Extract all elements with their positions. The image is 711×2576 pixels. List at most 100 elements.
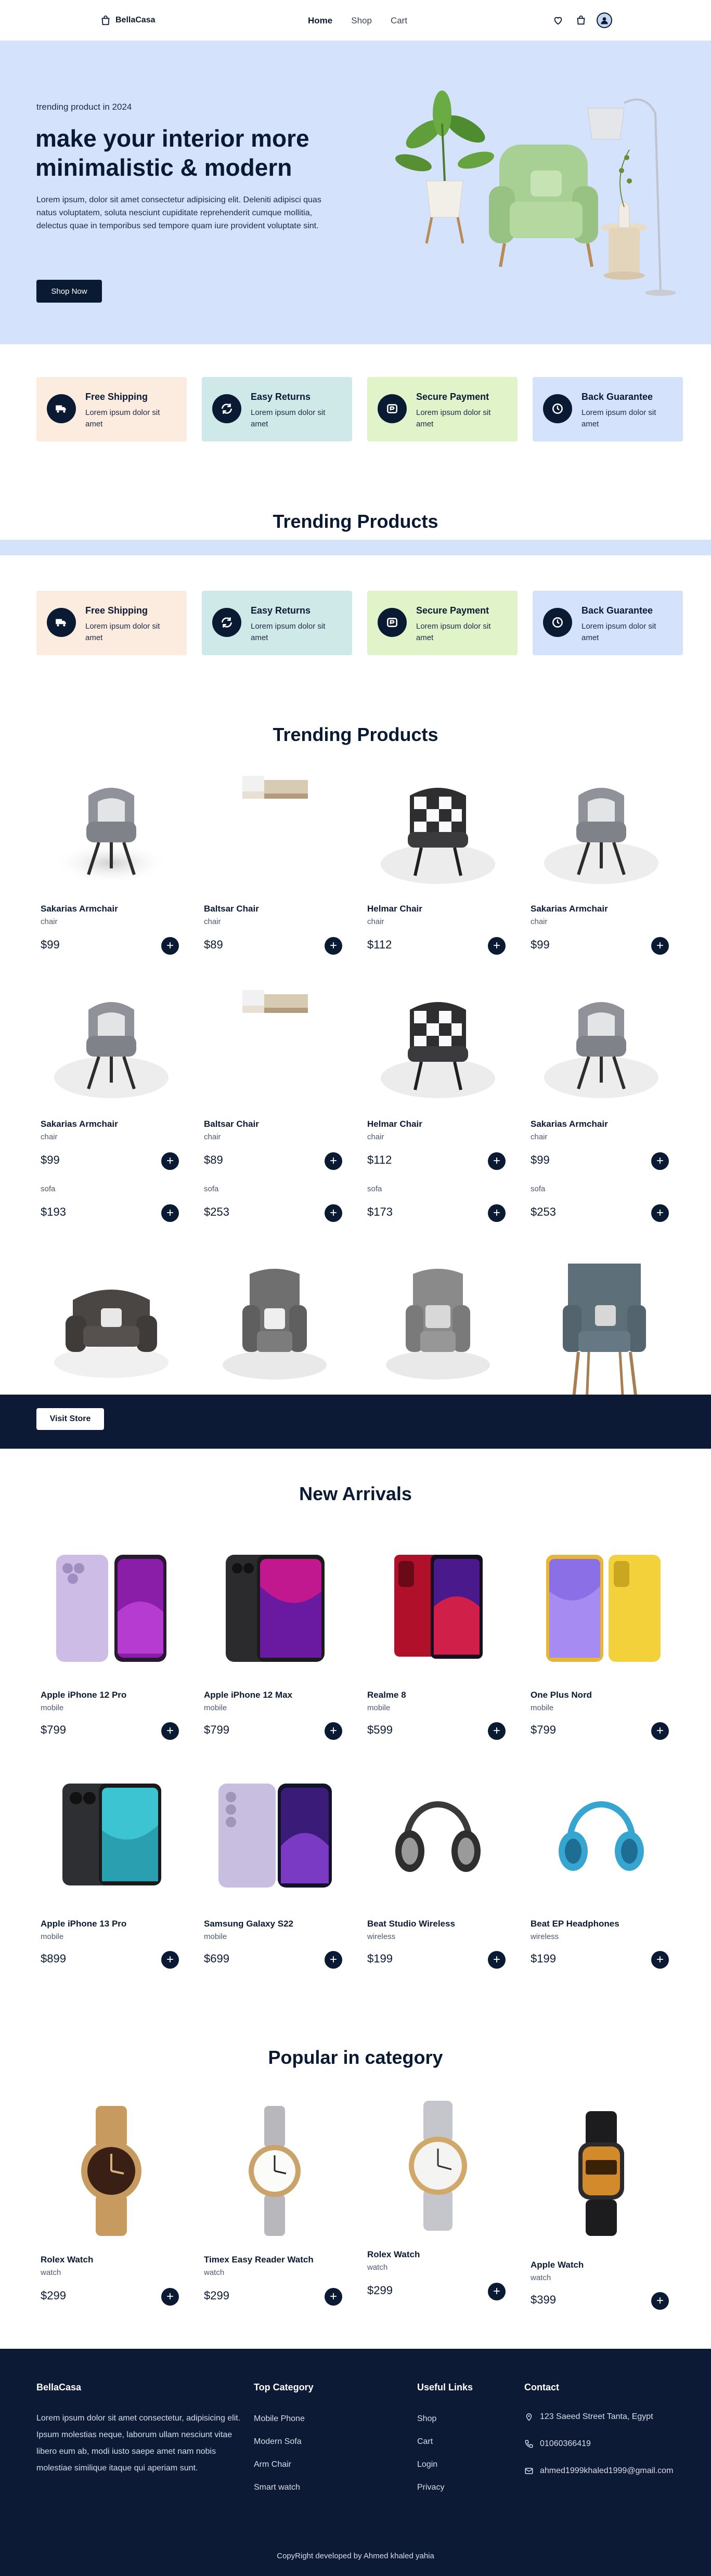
add-to-cart-button[interactable]: + — [488, 1951, 506, 1969]
product-image[interactable] — [363, 1258, 513, 1383]
product-name[interactable]: Sakarias Armchair — [41, 1119, 118, 1129]
product-image[interactable] — [200, 979, 350, 1103]
footer-link-modern-sofa[interactable]: Modern Sofa — [254, 2437, 305, 2460]
product-card[interactable]: Realme 8 mobile $599 + — [363, 1529, 513, 1747]
product-image[interactable] — [200, 764, 350, 889]
add-to-cart-button[interactable]: + — [161, 1152, 179, 1170]
product-image[interactable] — [200, 1529, 350, 1674]
add-to-cart-button[interactable]: + — [651, 1951, 669, 1969]
add-to-cart-button[interactable]: + — [325, 1951, 342, 1969]
footer-link-cart[interactable]: Cart — [417, 2437, 444, 2460]
add-to-cart-button[interactable]: + — [325, 937, 342, 955]
product-card[interactable]: Beat EP Headphones wireless $199 + — [526, 1768, 676, 1976]
add-to-cart-button[interactable]: + — [488, 937, 506, 955]
product-name[interactable]: Timex Easy Reader Watch — [204, 2255, 314, 2265]
add-to-cart-button[interactable]: + — [325, 1152, 342, 1170]
footer-link-login[interactable]: Login — [417, 2460, 444, 2483]
product-image[interactable] — [36, 1768, 186, 1903]
add-to-cart-button[interactable]: + — [651, 2292, 669, 2310]
product-name[interactable]: Apple iPhone 12 Pro — [41, 1690, 126, 1700]
footer-link-smart-watch[interactable]: Smart watch — [254, 2483, 305, 2506]
product-name[interactable]: One Plus Nord — [531, 1690, 592, 1700]
add-to-cart-button[interactable]: + — [488, 1722, 506, 1740]
product-card[interactable]: Apple Watch watch $399 + — [526, 2096, 676, 2314]
product-card[interactable]: Sakarias Armchair chair $99 + — [36, 764, 186, 962]
add-to-cart-button[interactable]: + — [161, 1722, 179, 1740]
product-name[interactable]: Realme 8 — [367, 1690, 406, 1700]
product-card[interactable]: Helmar Chair chair $112 + — [363, 764, 513, 962]
add-to-cart-button[interactable]: + — [161, 937, 179, 955]
product-image[interactable] — [526, 979, 676, 1103]
product-name[interactable]: Baltsar Chair — [204, 904, 259, 914]
product-image[interactable] — [526, 764, 676, 889]
product-card[interactable]: Sakarias Armchair chair $99 + — [526, 764, 676, 962]
footer-phone[interactable]: 01060366419 — [524, 2439, 673, 2466]
product-image[interactable] — [526, 1529, 676, 1674]
product-name[interactable]: Beat Studio Wireless — [367, 1919, 455, 1929]
add-to-cart-button[interactable]: + — [651, 1152, 669, 1170]
footer-link-shop[interactable]: Shop — [417, 2414, 444, 2437]
add-to-cart-button[interactable]: + — [325, 1722, 342, 1740]
product-image[interactable] — [363, 1768, 513, 1903]
product-card[interactable]: Samsung Galaxy S22 mobile $699 + — [200, 1768, 350, 1976]
product-card[interactable]: One Plus Nord mobile $799 + — [526, 1529, 676, 1747]
product-card[interactable]: Baltsar Chair chair $89 + — [200, 979, 350, 1176]
add-to-cart-button[interactable]: + — [161, 1951, 179, 1969]
product-image[interactable] — [363, 764, 513, 889]
product-card[interactable]: Apple iPhone 12 Max mobile $799 + — [200, 1529, 350, 1747]
product-card[interactable]: sofa $253 + — [526, 1180, 676, 1404]
shop-now-button[interactable]: Shop Now — [36, 280, 102, 303]
add-to-cart-button[interactable]: + — [161, 1204, 179, 1222]
product-image[interactable] — [363, 1529, 513, 1674]
product-image[interactable] — [36, 2096, 186, 2241]
product-name[interactable]: Rolex Watch — [41, 2255, 93, 2265]
product-image[interactable] — [526, 1768, 676, 1903]
add-to-cart-button[interactable]: + — [161, 2288, 179, 2306]
product-image[interactable] — [36, 1258, 186, 1383]
product-name[interactable]: Sakarias Armchair — [531, 904, 608, 914]
product-image[interactable] — [200, 1768, 350, 1903]
product-image[interactable] — [526, 2096, 676, 2246]
product-name[interactable]: Helmar Chair — [367, 1119, 422, 1129]
add-to-cart-button[interactable]: + — [651, 937, 669, 955]
product-image[interactable] — [200, 1258, 350, 1383]
add-to-cart-button[interactable]: + — [325, 2288, 342, 2306]
add-to-cart-button[interactable]: + — [488, 1204, 506, 1222]
product-card[interactable]: Beat Studio Wireless wireless $199 + — [363, 1768, 513, 1976]
product-name[interactable]: Samsung Galaxy S22 — [204, 1919, 293, 1929]
product-image[interactable] — [36, 1529, 186, 1674]
nav-link-cart[interactable]: Cart — [391, 16, 407, 26]
footer-link-mobile-phone[interactable]: Mobile Phone — [254, 2414, 305, 2437]
product-card[interactable]: Sakarias Armchair chair $99 + — [526, 979, 676, 1176]
product-card[interactable]: Helmar Chair chair $112 + — [363, 979, 513, 1176]
product-name[interactable]: Helmar Chair — [367, 904, 422, 914]
product-image[interactable] — [200, 2096, 350, 2241]
product-name[interactable]: Apple Watch — [531, 2260, 584, 2270]
add-to-cart-button[interactable]: + — [488, 1152, 506, 1170]
user-avatar[interactable] — [597, 12, 612, 28]
product-card[interactable]: Timex Easy Reader Watch watch $299 + — [200, 2096, 350, 2314]
product-image[interactable] — [526, 1253, 676, 1409]
product-image[interactable] — [363, 2096, 513, 2236]
product-card[interactable]: Baltsar Chair chair $89 + — [200, 764, 350, 962]
product-card[interactable]: sofa $193 + — [36, 1180, 186, 1388]
add-to-cart-button[interactable]: + — [325, 1204, 342, 1222]
brand-logo[interactable]: BellaCasa — [100, 15, 156, 26]
product-image[interactable] — [36, 764, 186, 889]
product-card[interactable]: Rolex Watch watch $299 + — [363, 2096, 513, 2314]
product-name[interactable]: Sakarias Armchair — [531, 1119, 608, 1129]
product-name[interactable]: Beat EP Headphones — [531, 1919, 619, 1929]
nav-link-shop[interactable]: Shop — [351, 16, 372, 26]
product-card[interactable]: Apple iPhone 12 Pro mobile $799 + — [36, 1529, 186, 1747]
heart-icon[interactable] — [551, 13, 565, 28]
product-name[interactable]: Apple iPhone 13 Pro — [41, 1919, 126, 1929]
footer-link-arm-chair[interactable]: Arm Chair — [254, 2460, 305, 2483]
cart-icon[interactable] — [574, 13, 588, 28]
nav-link-home[interactable]: Home — [308, 16, 332, 26]
product-name[interactable]: Rolex Watch — [367, 2249, 420, 2260]
product-name[interactable]: Baltsar Chair — [204, 1119, 259, 1129]
product-card[interactable]: sofa $173 + — [363, 1180, 513, 1388]
add-to-cart-button[interactable]: + — [651, 1722, 669, 1740]
add-to-cart-button[interactable]: + — [651, 1204, 669, 1222]
product-name[interactable]: Sakarias Armchair — [41, 904, 118, 914]
